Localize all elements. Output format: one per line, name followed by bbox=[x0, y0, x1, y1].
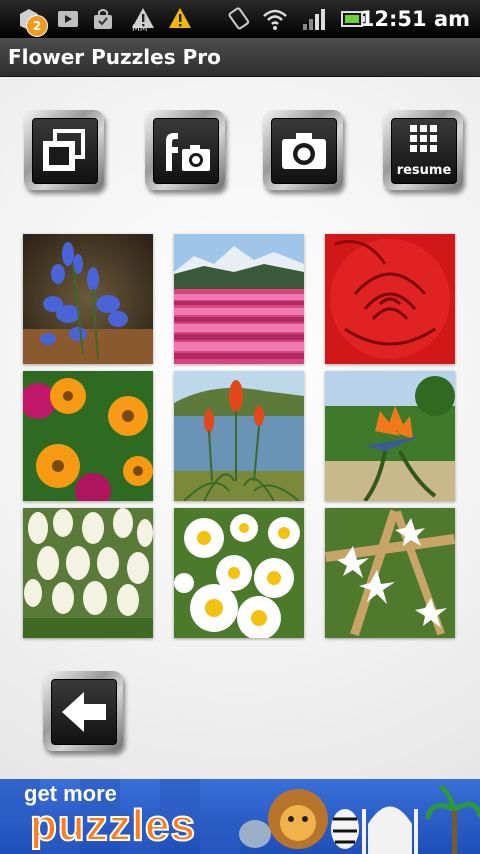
puzzle-thumbnail-torch-lily[interactable] bbox=[174, 371, 304, 501]
calla-lilies-image bbox=[23, 508, 153, 638]
orange-daisies-image bbox=[23, 371, 153, 501]
vibrate-icon bbox=[228, 7, 250, 30]
puzzle-thumbnail-white-daisies[interactable] bbox=[174, 508, 304, 638]
signal-icon bbox=[303, 9, 325, 30]
camera-icon bbox=[282, 133, 326, 169]
puzzle-thumbnail-bird-of-paradise[interactable] bbox=[325, 371, 455, 501]
shopping-bag-icon bbox=[94, 9, 112, 29]
puzzle-thumbnail-red-rose[interactable] bbox=[325, 234, 455, 364]
tulip-field-image bbox=[174, 234, 304, 364]
camera-button-face bbox=[271, 118, 337, 184]
resume-button[interactable]: resume bbox=[383, 110, 463, 190]
mm-label: MM bbox=[132, 24, 148, 34]
puzzle-thumbnail-calla-lilies[interactable] bbox=[23, 508, 153, 638]
gallery-button[interactable] bbox=[24, 110, 104, 190]
resume-button-face: resume bbox=[391, 118, 457, 184]
puzzle-thumbnail-tulip-field[interactable] bbox=[174, 234, 304, 364]
white-daisies-image bbox=[174, 508, 304, 638]
blue-flowers-image bbox=[23, 234, 153, 364]
ad-line2: puzzles bbox=[29, 800, 196, 851]
facebook-photos-button[interactable] bbox=[145, 110, 225, 190]
gallery-button-face bbox=[32, 118, 98, 184]
video-icon bbox=[58, 11, 78, 27]
app-title: Flower Puzzles Pro bbox=[8, 45, 221, 69]
white-lilies-bamboo-image bbox=[325, 508, 455, 638]
back-button[interactable] bbox=[43, 671, 123, 751]
notification-count-badge: 2 bbox=[26, 15, 48, 37]
puzzle-thumbnail-blue-flowers[interactable] bbox=[23, 234, 153, 364]
puzzle-thumbnail-orange-daisies[interactable] bbox=[23, 371, 153, 501]
facebook-photos-button-face bbox=[153, 118, 219, 184]
puzzle-thumbnail-white-lilies-bamboo[interactable] bbox=[325, 508, 455, 638]
clock: 12:51 am bbox=[359, 7, 470, 31]
arrow-left-icon bbox=[62, 692, 106, 732]
bird-of-paradise-image bbox=[325, 371, 455, 501]
wifi-icon bbox=[263, 9, 287, 30]
overlapping-squares-icon bbox=[43, 129, 85, 171]
warning-icon bbox=[169, 8, 191, 28]
ad-banner[interactable]: get more puzzles bbox=[0, 779, 480, 854]
red-rose-image bbox=[325, 234, 455, 364]
camera-button[interactable] bbox=[263, 110, 343, 190]
title-bar: Flower Puzzles Pro bbox=[0, 38, 480, 77]
status-bar: 2 MM 12:51 am bbox=[0, 0, 480, 38]
torch-lily-image bbox=[174, 371, 304, 501]
facebook-camera-icon bbox=[166, 133, 210, 171]
resume-label: resume bbox=[396, 163, 452, 178]
back-button-face bbox=[51, 679, 117, 745]
